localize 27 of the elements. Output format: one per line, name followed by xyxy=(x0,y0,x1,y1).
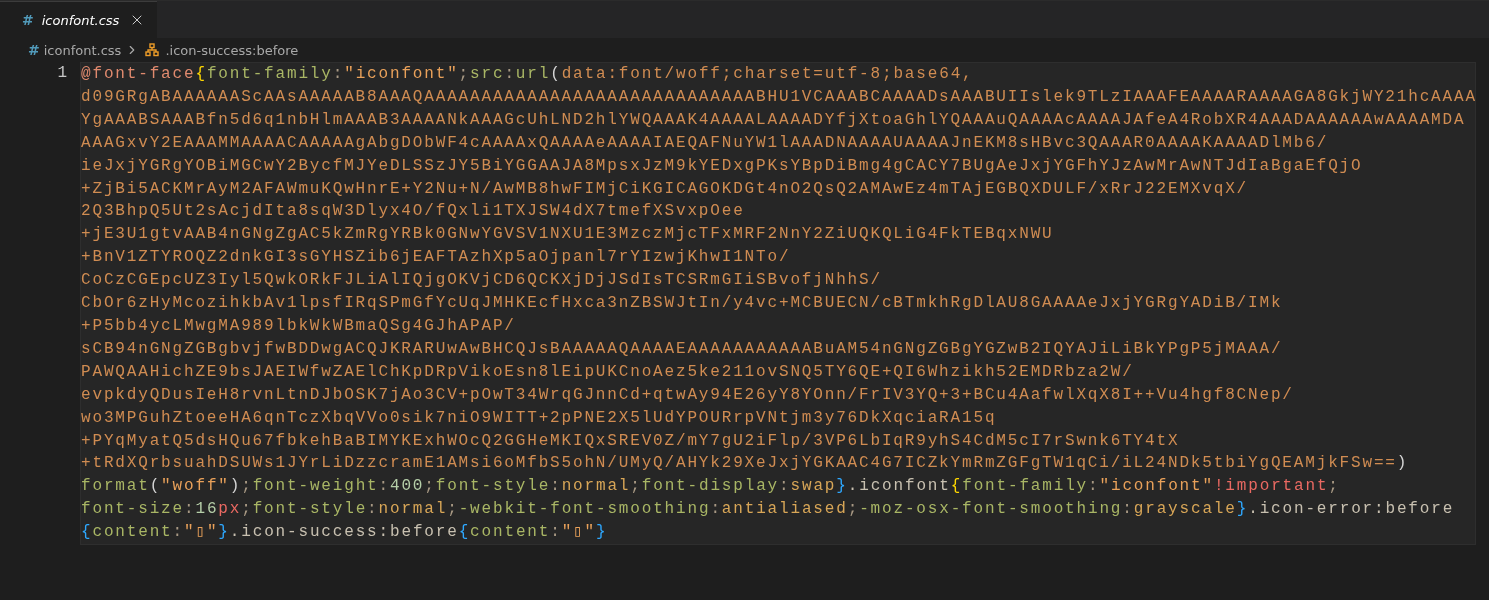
code-line: ieJxjYGRgYOBiMGCwY2BycfMJYeDLSSzJY5BiYGGAAJA8MpsxJzM9kYEDxgPKsYBpDiBmg4gCACY7BUgAeJxjYGFhYJzAwMrAwNTJdIaBgaEfQjO xyxy=(81,155,1363,177)
code-line: PAWQAAHichZE9bsJAEIWfwZAElChKpDRpVikoEsn8lEipUKCnoAez5ke211ovSNQ5TY6QE+QI6Whzikh52EMDRbza2W/ xyxy=(81,361,1134,383)
code-line: font-size:16px;font-style:normal;-webkit-font-smoothing:antialiased;-moz-osx-font-smoothing:grayscale}.icon-error:before xyxy=(81,499,1455,521)
line-number: 1 xyxy=(57,63,67,84)
code-line: +tRdXQrbsuahDSUWs1JYrLiDzzcramE1AMsi6oMfbS5ohN/UMyQ/AHYk29XeJxjYGKAAC4G7ICZkYmRmZGFgTW1qCi/iL24NDk5tbiYgQEAMjkFSw==) xyxy=(81,453,1409,475)
code-line: CoCzCGEpcUZ3Iyl5QwkORkFJLiAlIQjgOKVjCD6QCKXjDjJSdIsTCSRmGIiSBvofjNhhS/ xyxy=(81,270,882,292)
code-line: YgAAABSAAABfn5d6q1nbHlmAAAB3AAAANkAAAGcUhLND2hlYWQAAAK4AAAALAAAADYfjXtoaGhlYQAAAuQAAAAcAAAAJAfeA4RobXR4AAADAAAAAAwAAAAMDA xyxy=(81,109,1466,131)
code-line: @font-face{font-family:"iconfont";src:url(data:font/woff;charset=utf-8;base64, xyxy=(81,64,974,85)
code-line: +P5bb4ycLMwgMA989lbkWkWBmaQSg4GJhAPAP/ xyxy=(81,315,516,337)
editor-tab[interactable]: # iconfont.css xyxy=(0,1,158,38)
code-line: sCB94nGNgZGBgbvjfwBDDwgACQJKRARUwAwBHCQJsBAAAAAQAAAAEAAAAAAAAAAABuAM54nGNgZGBgYGZwB2IQYAJiLiBkYPgP5jMAAA/ xyxy=(81,338,1283,360)
code-line: AAAGxvY2EAAAMMAAAACAAAAAgAbgDObWF4cAAAAxQAAAAeAAAAIAEQAFNuYW1lAAADNAAAAUAAAAJnEKM8sHBvc3QAAAR0AAAAKAAAADlMb6/ xyxy=(81,132,1329,154)
code-line: {content:"▯"}.icon-success:before{content:"▯"} xyxy=(81,522,608,544)
code-line: wo3MPGuhZtoeeHA6qnTczXbqVVo0sik7niO9WITT+2pPNE2X5lUdYPOURrpVNtjm3y76DkXqciaRA15q xyxy=(81,407,997,429)
code-line: 2Q3BhpQ5Ut2sAcjdIta8sqW3Dlyx4O/fQxli1TXJSW4dX7tmefXSvxpOee xyxy=(81,201,745,223)
code-line: +jE3U1gtvAAB4nGNgZgAC5kZmRgYRBk0GNwYGVSV1NXU1E3MzczMjcTFxMRF2NnY2ZiUQKQLiG4FkTEBqxNWU xyxy=(81,224,1054,246)
code-line: CbOr6zHyMcozihkbAv1lpsfIRqSPmGfYcUqJMHKEcfHxca3nZBSWJtIn/y4vc+MCBUECN/cBTmkhRgDlAU8GAAAAeJxjYGRgYADiB/IMk xyxy=(81,293,1283,315)
code-line: +PYqMyatQ5dsHQu67fbkehBaBIMYKExhWOcQ2GGHeMKIQxSREV0Z/mY7gU2iFlp/3VP6LbIqR9yhS4CdM5cI7rSwnk6TY4tX xyxy=(81,430,1180,452)
breadcrumb-item[interactable]: iconfont.css xyxy=(43,42,122,58)
code-line: evpkdyQDusIeH8rvnLtnDJbOSK7jAo3CV+pOwT34WrqGJnnCd+qtwAy94E26yY8YOnn/FrIV3YQ+3+BCu4AafwlXqX8I++Vu4hgf8CNep/ xyxy=(81,384,1294,406)
breadcrumb-item[interactable]: .icon-success:before xyxy=(165,42,299,58)
code-line: d09GRgABAAAAAAScAAsAAAAAB8AAAQAAAAAAAAAAAAAAAAAAAAAAAAAAAAABHU1VCAAABCAAAADsAAABUIIslek9TLzIAAAFEAAAARAAAAGA8GkjWY21hcAAAA xyxy=(81,86,1477,108)
symbol-icon xyxy=(145,43,160,57)
code-line: format("woff");font-weight:400;font-style:normal;font-display:swap}.iconfont{font-family:"iconfont"!important; xyxy=(81,476,1340,498)
code-line: +BnV1ZTYROQZ2dnkGI3sGYHSZib6jEAFTAzhXp5aOjpanl7rYIzwjKhwI1NTo/ xyxy=(81,247,791,269)
css-file-icon: # xyxy=(28,42,40,58)
code-line: +ZjBi5ACKMrAyM2AFAWmuKQwHnrE+Y2Nu+N/AwMB8hwFIMjCiKGICAGOKDGt4nO2QsQ2AMAwEz4mTAjEGBQXDULF/xRrJ22EMXvqX/ xyxy=(81,178,1249,200)
